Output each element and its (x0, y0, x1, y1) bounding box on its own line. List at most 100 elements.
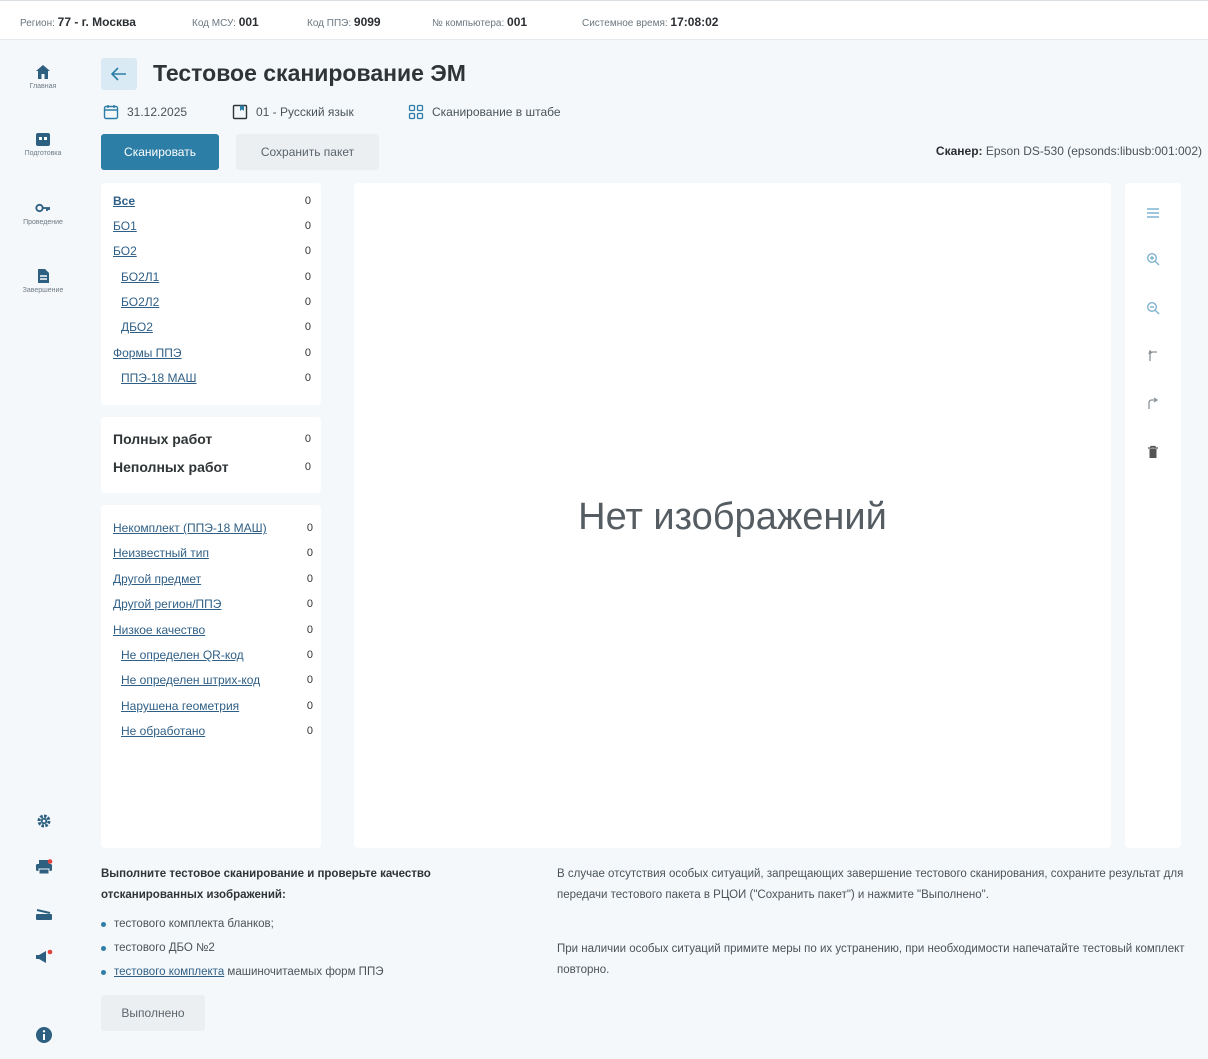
nav-completion[interactable]: Завершение (10, 268, 76, 294)
delete-button[interactable] (1141, 440, 1165, 464)
megaphone-icon (36, 949, 53, 963)
list-item[interactable]: Не определен QR-код 0 (121, 645, 313, 665)
ppe-info: Код ППЭ: 9099 (307, 15, 381, 29)
settings-button[interactable] (33, 810, 55, 832)
ppe-label: Код ППЭ: (307, 18, 352, 29)
trash-icon (1148, 445, 1158, 458)
image-viewer: Нет изображений (354, 183, 1111, 848)
category-count: 0 (304, 271, 311, 283)
region-label: Регион: (20, 18, 55, 29)
zoom-out-button[interactable] (1141, 296, 1165, 320)
category-name[interactable]: БО1 (113, 219, 137, 233)
notifications-button[interactable] (33, 946, 55, 968)
calendar-icon (103, 105, 119, 120)
issue-name[interactable]: Другой предмет (113, 572, 201, 586)
scan-mode: Сканирование в штабе (408, 104, 561, 120)
bullet-link[interactable]: тестового комплекта (114, 966, 224, 978)
nav-conduct-label: Проведение (23, 219, 63, 226)
list-item[interactable]: ДБО2 0 (121, 317, 311, 337)
list-item[interactable]: Другой регион/ППЭ 0 (113, 594, 313, 614)
msu-info: Код МСУ: 001 (192, 15, 259, 29)
list-item[interactable]: Не определен штрих-код 0 (121, 670, 313, 690)
category-count: 0 (304, 195, 311, 207)
issue-count: 0 (306, 725, 313, 737)
bullet-dot (101, 945, 106, 951)
document-icon (38, 269, 49, 283)
issue-count: 0 (306, 522, 313, 534)
instruction-bullet: тестового комплекта машиночитаемых форм … (101, 966, 383, 978)
category-name[interactable]: Все (113, 194, 135, 208)
category-count: 0 (304, 220, 311, 232)
list-item[interactable]: ППЭ-18 МАШ 0 (121, 368, 311, 388)
list-item[interactable]: Неизвестный тип 0 (113, 543, 313, 563)
info-button[interactable] (33, 1024, 55, 1046)
list-item[interactable]: БО1 0 (113, 216, 311, 236)
category-name[interactable]: БО2Л2 (121, 295, 159, 309)
issue-name[interactable]: Не определен штрих-код (121, 673, 260, 687)
list-item[interactable]: Не обработано 0 (121, 721, 313, 741)
issue-name[interactable]: Не обработано (121, 724, 205, 738)
category-count: 0 (304, 245, 311, 257)
list-item[interactable]: Формы ППЭ 0 (113, 343, 311, 363)
rotate-left-button[interactable] (1141, 343, 1165, 367)
done-button[interactable]: Выполнено (101, 995, 205, 1031)
categories-panel: Все 0 БО1 0 БО2 0 БО2Л1 0 БО2Л2 0 ДБО2 0 Формы… (101, 183, 321, 405)
gear-icon (37, 814, 51, 828)
rotate-right-button[interactable] (1141, 391, 1165, 415)
home-icon (36, 65, 50, 79)
summary-count: 0 (304, 433, 311, 445)
bullet-rest: машиночитаемых форм ППЭ (224, 966, 384, 978)
nav-home[interactable]: Главная (10, 64, 76, 90)
list-item[interactable]: Нарушена геометрия 0 (121, 696, 313, 716)
print-button[interactable] (33, 856, 55, 878)
list-item[interactable]: БО2 0 (113, 241, 311, 261)
category-name[interactable]: БО2 (113, 244, 137, 258)
computer-label: № компьютера: (432, 18, 505, 29)
ppe-value: 9099 (353, 15, 381, 29)
calendar-icon (36, 133, 50, 146)
system-time: Системное время: 17:08:02 (582, 15, 718, 29)
zoom-in-button[interactable] (1141, 247, 1165, 271)
scanner-button[interactable] (33, 903, 55, 925)
date-value: 31.12.2025 (127, 105, 188, 119)
list-view-button[interactable] (1141, 201, 1165, 225)
scanner-icon (36, 909, 52, 920)
list-item[interactable]: Низкое качество 0 (113, 620, 313, 640)
save-package-button[interactable]: Сохранить пакет (236, 134, 379, 170)
nav-conduct[interactable]: Проведение (10, 200, 76, 226)
issue-name[interactable]: Неизвестный тип (113, 546, 209, 560)
book-icon (232, 104, 248, 120)
list-item[interactable]: Все 0 (113, 191, 311, 211)
computer-info: № компьютера: 001 (432, 15, 527, 29)
status-bar: Регион: 77 - г. Москва Код МСУ: 001 Код … (0, 0, 1208, 40)
list-item[interactable]: БО2Л1 0 (121, 267, 311, 287)
printer-icon (36, 859, 53, 875)
summary-name: Полных работ (113, 431, 213, 447)
zoom-in-icon (1146, 252, 1160, 266)
issue-name[interactable]: Не определен QR-код (121, 648, 244, 662)
category-name[interactable]: ДБО2 (121, 320, 153, 334)
left-nav: Главная Подготовка Проведение Завершение (0, 40, 86, 1059)
scan-button[interactable]: Сканировать (101, 134, 219, 170)
issue-count: 0 (306, 649, 313, 661)
nav-preparation[interactable]: Подготовка (10, 131, 76, 157)
summary-count: 0 (304, 461, 311, 473)
list-item[interactable]: Некомплект (ППЭ-18 МАШ) 0 (113, 518, 313, 538)
instructions-title: Выполните тестовое сканирование и провер… (101, 868, 431, 901)
mode-value: Сканирование в штабе (432, 105, 561, 119)
issue-name[interactable]: Низкое качество (113, 623, 205, 637)
category-name[interactable]: ППЭ-18 МАШ (121, 371, 197, 385)
category-name[interactable]: Формы ППЭ (113, 346, 182, 360)
time-value: 17:08:02 (670, 15, 719, 29)
back-button[interactable] (101, 58, 137, 90)
issue-name[interactable]: Другой регион/ППЭ (113, 597, 221, 611)
category-name[interactable]: БО2Л1 (121, 270, 159, 284)
msu-value: 001 (238, 15, 259, 29)
list-item[interactable]: БО2Л2 0 (121, 292, 311, 312)
issue-name[interactable]: Некомплект (ППЭ-18 МАШ) (113, 521, 267, 535)
list-item[interactable]: Другой предмет 0 (113, 569, 313, 589)
instructions-paragraph: В случае отсутствия особых ситуаций, зап… (557, 868, 1184, 901)
scanner-value: Epson DS-530 (epsonds:libusb:001:002) (985, 144, 1202, 158)
category-count: 0 (304, 321, 311, 333)
issue-name[interactable]: Нарушена геометрия (121, 699, 239, 713)
